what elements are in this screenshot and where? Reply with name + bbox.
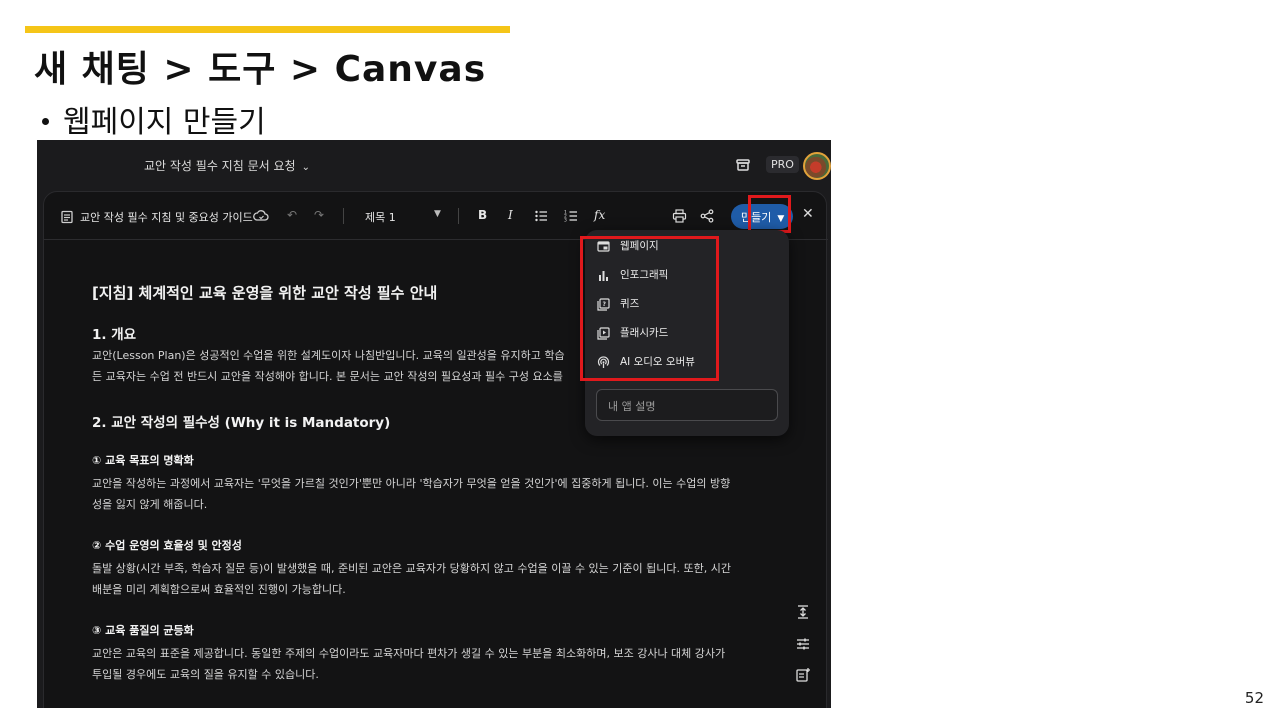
close-icon[interactable]: ✕ (802, 206, 814, 222)
function-icon[interactable]: fx (594, 208, 605, 224)
subsection-title: ① 교육 목표의 명확화 (92, 454, 194, 467)
chat-title-label: 교안 작성 필수 지침 문서 요청 (144, 159, 296, 173)
bullet-dot (42, 118, 49, 125)
toolbar-divider (343, 208, 344, 224)
numbered-list-icon[interactable]: 123 (564, 208, 578, 224)
text-style-select[interactable]: 제목 1 (365, 209, 396, 225)
toolbar-divider (458, 208, 459, 224)
page-number: 52 (1244, 689, 1264, 707)
slide-bullet: 웹페이지 만들기 (42, 97, 266, 141)
tune-icon[interactable] (795, 636, 811, 652)
pro-badge: PRO (766, 156, 799, 173)
paragraph-line: 돌발 상황(시간 부족, 학습자 질문 등)이 발생했을 때, 준비된 교안은 … (92, 562, 731, 575)
bullet-text: 웹페이지 만들기 (63, 105, 266, 140)
document-heading: [지침] 체계적인 교육 운영을 위한 교안 작성 필수 안내 (92, 284, 438, 302)
slide: 새 채팅 > 도구 > Canvas 웹페이지 만들기 52 교안 작성 필수 … (0, 0, 1280, 720)
svg-text:3: 3 (564, 218, 567, 224)
paragraph-line: 배분을 미리 계획함으로써 효율적인 진행이 가능합니다. (92, 583, 346, 596)
subsection-title: ② 수업 운영의 효율성 및 안정성 (92, 539, 242, 552)
avatar[interactable] (803, 152, 831, 180)
app-description-input[interactable]: 내 앱 설명 (596, 389, 778, 421)
app-top-bar: 교안 작성 필수 지침 문서 요청 ⌄ PRO (37, 140, 831, 190)
paragraph-line: 성을 잃지 않게 해줍니다. (92, 498, 208, 511)
paragraph-line: 교안은 교육의 표준을 제공합니다. 동일한 주제의 수업이라도 교육자마다 편… (92, 647, 726, 660)
paragraph-line: 교안(Lesson Plan)은 성공적인 수업을 위한 설계도이자 나침반입니… (92, 349, 565, 362)
bulleted-list-icon[interactable] (534, 208, 548, 224)
paragraph-line: 든 교육자는 수업 전 반드시 교안을 작성해야 합니다. 본 문서는 교안 작… (92, 370, 563, 383)
document-title[interactable]: 교안 작성 필수 지침 및 중요성 가이드 (80, 209, 253, 225)
expand-vertical-icon[interactable] (795, 604, 811, 620)
undo-icon[interactable]: ↶ (287, 208, 297, 224)
accent-bar (25, 26, 510, 33)
bold-icon[interactable]: B (478, 208, 487, 224)
document-icon (61, 210, 73, 224)
section-title: 1. 개요 (92, 327, 137, 343)
print-icon[interactable] (672, 208, 687, 224)
italic-icon[interactable]: I (508, 208, 513, 224)
redo-icon[interactable]: ↷ (314, 208, 324, 224)
menu-items-highlight (580, 236, 719, 381)
archive-icon[interactable] (735, 157, 751, 173)
subsection-title: ③ 교육 품질의 균등화 (92, 624, 194, 637)
chevron-down-icon: ⌄ (301, 162, 310, 173)
caret-down-icon[interactable]: ▼ (434, 209, 441, 225)
create-button-highlight (748, 195, 791, 233)
cloud-save-icon[interactable] (253, 208, 269, 224)
chat-title-dropdown[interactable]: 교안 작성 필수 지침 문서 요청 ⌄ (144, 157, 310, 174)
add-note-icon[interactable] (795, 667, 811, 683)
share-icon[interactable] (700, 208, 714, 224)
paragraph-line: 교안을 작성하는 과정에서 교육자는 '무엇을 가르칠 것인가'뿐만 아니라 '… (92, 477, 731, 490)
section-title: 2. 교안 작성의 필수성 (Why it is Mandatory) (92, 415, 391, 431)
paragraph-line: 투입될 경우에도 교육의 질을 유지할 수 있습니다. (92, 668, 319, 681)
app-screenshot: 교안 작성 필수 지침 문서 요청 ⌄ PRO 교안 작성 필수 지침 및 중요성… (37, 140, 831, 708)
slide-title: 새 채팅 > 도구 > Canvas (34, 49, 487, 90)
